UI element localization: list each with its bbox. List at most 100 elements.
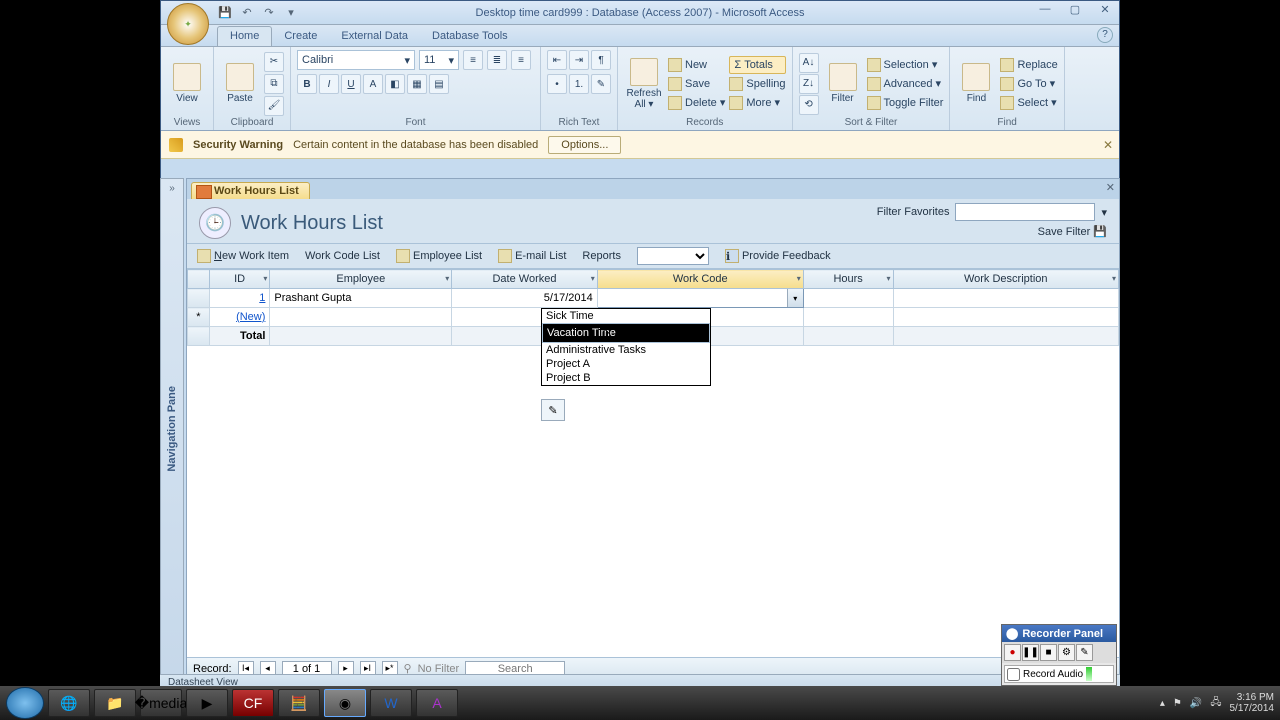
cut-icon[interactable]: ✂ [264, 52, 284, 72]
recorder-marker-icon[interactable]: ✎ [1076, 644, 1093, 661]
clock[interactable]: 3:16 PM 5/17/2014 [1230, 692, 1275, 714]
alt-row-icon[interactable]: ▤ [429, 74, 449, 94]
filter-dropdown-icon[interactable]: ▾ [1101, 206, 1107, 219]
save-filter-icon[interactable]: 💾 [1093, 226, 1107, 238]
align-right-icon[interactable]: ≡ [511, 50, 531, 70]
work-code-dropdown[interactable]: Sick Time Vacation Time Administrative T… [541, 308, 711, 386]
font-color-icon[interactable]: A [363, 74, 383, 94]
gridlines-icon[interactable]: ▦ [407, 74, 427, 94]
find-button[interactable]: Find [956, 61, 996, 106]
col-employee[interactable]: Employee▾ [270, 270, 452, 289]
font-size-select[interactable]: 11▾ [419, 50, 459, 70]
taskbar-media-icon[interactable]: �media [140, 689, 182, 717]
more-records-button[interactable]: More ▾ [729, 94, 785, 112]
dropdown-option[interactable]: Project A [542, 357, 710, 371]
navigation-pane[interactable]: » Navigation Pane [160, 178, 184, 680]
email-list-link[interactable]: E-mail List [498, 249, 566, 263]
workcode-dropdown-icon[interactable]: ▾ [787, 289, 803, 307]
replace-button[interactable]: Replace [1000, 56, 1057, 74]
tray-flag-icon[interactable]: ⚑ [1173, 698, 1182, 709]
table-row[interactable]: 1 Prashant Gupta 5/17/2014 ▾ [188, 289, 1119, 308]
recorder-tools-icon[interactable]: ⚙ [1058, 644, 1075, 661]
record-audio-checkbox[interactable] [1007, 668, 1020, 681]
select-button[interactable]: Select ▾ [1000, 94, 1057, 112]
align-left-icon[interactable]: ≡ [463, 50, 483, 70]
cell-date[interactable]: 5/17/2014 [452, 289, 597, 308]
employee-list-link[interactable]: Employee List [396, 249, 482, 263]
col-hours[interactable]: Hours▾ [803, 270, 893, 289]
tray-up-icon[interactable]: ▴ [1160, 698, 1165, 709]
save-record-button[interactable]: Save [668, 75, 725, 93]
filter-button[interactable]: Filter [823, 61, 863, 106]
copy-icon[interactable]: ⧉ [264, 74, 284, 94]
recorder-panel[interactable]: ⬤Recorder Panel ● ❚❚ ■ ⚙ ✎ Record Audio [1001, 624, 1117, 686]
save-filter-link[interactable]: Save Filter [1038, 226, 1091, 238]
italic-icon[interactable]: I [319, 74, 339, 94]
delete-record-button[interactable]: Delete ▾ [668, 94, 725, 112]
dropdown-option[interactable]: Vacation Time [542, 323, 710, 343]
start-button[interactable] [6, 687, 44, 719]
view-button[interactable]: View [167, 61, 207, 106]
taskbar-word-icon[interactable]: W [370, 689, 412, 717]
col-work-code[interactable]: Work Code▾ [597, 270, 803, 289]
cell-description[interactable] [893, 289, 1119, 308]
tab-create[interactable]: Create [272, 27, 329, 46]
expand-navpane-icon[interactable]: » [169, 183, 175, 194]
spelling-button[interactable]: Spelling [729, 75, 785, 93]
taskbar-explorer-icon[interactable]: 📁 [94, 689, 136, 717]
taskbar-calc-icon[interactable]: 🧮 [278, 689, 320, 717]
new-work-item-button[interactable]: NNew Work Itemew Work Item [197, 249, 289, 263]
recorder-pause-icon[interactable]: ❚❚ [1022, 644, 1039, 661]
highlight-icon[interactable]: ✎ [591, 74, 611, 94]
cell-work-code[interactable]: ▾ [597, 289, 803, 308]
indent-inc-icon[interactable]: ⇥ [569, 50, 589, 70]
underline-icon[interactable]: U [341, 74, 361, 94]
new-record-button[interactable]: New [668, 56, 725, 74]
work-code-list-link[interactable]: Work Code List [305, 250, 380, 262]
new-row-label[interactable]: (New) [209, 308, 270, 327]
filter-favorites-select[interactable] [955, 203, 1095, 221]
edit-list-items-icon[interactable]: ✎ [541, 399, 565, 421]
taskbar-chrome-icon[interactable]: ◉ [324, 689, 366, 717]
cell-id[interactable]: 1 [209, 289, 270, 308]
minimize-button[interactable]: — [1035, 3, 1055, 17]
selection-button[interactable]: Selection ▾ [867, 56, 944, 74]
select-all-corner[interactable] [188, 270, 210, 289]
toggle-filter-button[interactable]: Toggle Filter [867, 94, 944, 112]
tab-work-hours-list[interactable]: Work Hours List [191, 182, 310, 199]
cell-hours[interactable] [803, 289, 893, 308]
dropdown-option[interactable]: Sick Time [542, 309, 710, 323]
close-tab-icon[interactable]: ✕ [1106, 181, 1115, 194]
bold-icon[interactable]: B [297, 74, 317, 94]
indent-dec-icon[interactable]: ⇤ [547, 50, 567, 70]
tray-network-icon[interactable]: 🖧 [1210, 695, 1221, 712]
goto-button[interactable]: Go To ▾ [1000, 75, 1057, 93]
paste-button[interactable]: Paste [220, 61, 260, 106]
close-button[interactable]: ✕ [1095, 3, 1115, 17]
clear-sort-icon[interactable]: ⟲ [799, 95, 819, 115]
fill-color-icon[interactable]: ◧ [385, 74, 405, 94]
maximize-button[interactable]: ▢ [1065, 3, 1085, 17]
col-date-worked[interactable]: Date Worked▾ [452, 270, 597, 289]
sort-desc-icon[interactable]: Z↓ [799, 74, 819, 94]
dropdown-option[interactable]: Project B [542, 371, 710, 385]
recorder-record-icon[interactable]: ● [1004, 644, 1021, 661]
tray-volume-icon[interactable]: 🔊 [1190, 698, 1202, 709]
align-center-icon[interactable]: ≣ [487, 50, 507, 70]
totals-button[interactable]: ΣTotals [729, 56, 785, 74]
bullets-icon[interactable]: • [547, 74, 567, 94]
recorder-stop-icon[interactable]: ■ [1040, 644, 1057, 661]
taskbar-ie-icon[interactable]: 🌐 [48, 689, 90, 717]
provide-feedback-link[interactable]: ℹProvide Feedback [725, 249, 831, 263]
ltr-icon[interactable]: ¶ [591, 50, 611, 70]
help-icon[interactable]: ? [1097, 27, 1113, 43]
col-work-description[interactable]: Work Description▾ [893, 270, 1119, 289]
tab-external-data[interactable]: External Data [329, 27, 420, 46]
office-button[interactable]: ✦ [167, 3, 209, 45]
sort-asc-icon[interactable]: A↓ [799, 53, 819, 73]
refresh-all-button[interactable]: Refresh All ▾ [624, 56, 664, 112]
taskbar-app-icon[interactable]: CF [232, 689, 274, 717]
tab-home[interactable]: Home [217, 26, 272, 46]
tab-database-tools[interactable]: Database Tools [420, 27, 520, 46]
format-painter-icon[interactable]: 🖌 [264, 96, 284, 116]
